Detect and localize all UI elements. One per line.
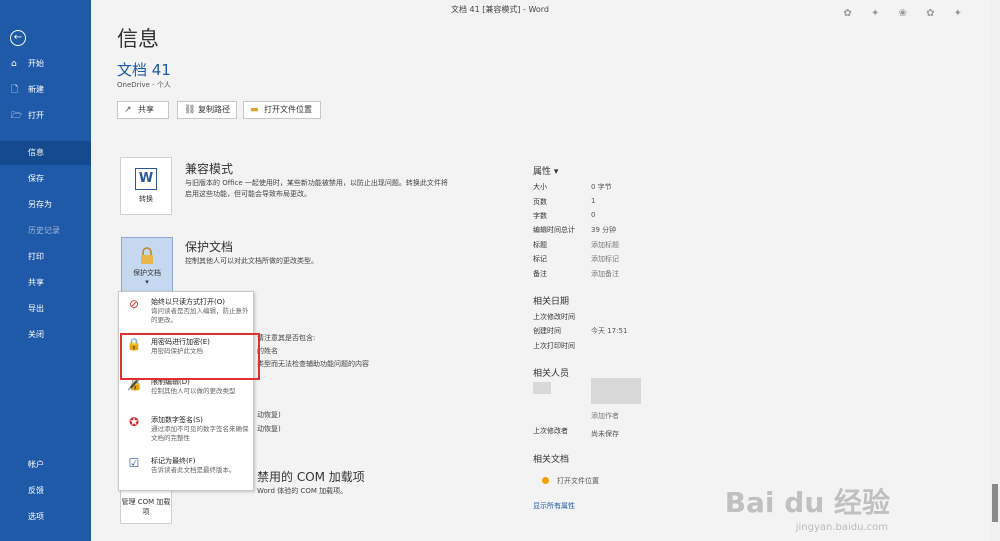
prop-size-value: 0 字节: [591, 183, 612, 191]
nav-feedback[interactable]: 反馈: [0, 479, 91, 503]
prop-tags-label: 标记: [533, 255, 547, 263]
related-docs-heading: 相关文档: [533, 455, 570, 465]
last-printed-label: 上次打印时间: [533, 342, 575, 350]
nav-options[interactable]: 选项: [0, 505, 91, 529]
add-author-link[interactable]: 添加作者: [591, 411, 619, 421]
home-icon: ⌂: [11, 59, 17, 69]
redacted-author-label: [533, 382, 551, 394]
prop-words-value: 0: [591, 211, 596, 219]
created-value: 今天 17:51: [591, 327, 628, 335]
convert-button[interactable]: W 转换: [120, 157, 172, 215]
versions-fragment-2: 动恢复): [257, 425, 281, 433]
copy-path-button[interactable]: ⛓ 复制路径: [177, 101, 237, 119]
nav-save-as[interactable]: 另存为: [0, 193, 91, 217]
properties-heading[interactable]: 属性 ▾: [533, 164, 558, 177]
protect-document-button[interactable]: 保护文档 ▾: [121, 237, 173, 295]
nav-home[interactable]: ⌂ 开始: [0, 52, 91, 76]
protect-document-menu: ⊘ 始终以只读方式打开(O) 询问读者是否加入编辑，防止意外的更改。 🔒 用密码…: [118, 291, 254, 491]
prop-words-label: 字数: [533, 212, 547, 220]
nav-history[interactable]: 历史记录: [0, 219, 91, 243]
compat-desc-1: 与旧版本的 Office 一起使用时，某些新功能被禁用，以防止出现问题。转换此文…: [185, 179, 448, 187]
add-tags-field[interactable]: 添加标记: [591, 254, 619, 264]
nav-close[interactable]: 关闭: [0, 323, 91, 347]
folder-dot-icon: [542, 477, 549, 484]
inspect-fragment-1: 请注意其是否包含:: [257, 334, 316, 342]
open-file-location-link[interactable]: 打开文件位置: [557, 476, 599, 486]
protect-desc: 控制其他人可以对此文档所做的更改类型。: [185, 257, 318, 265]
nav-export[interactable]: 导出: [0, 297, 91, 321]
show-all-properties-link[interactable]: 显示所有属性: [533, 501, 575, 511]
nav-save[interactable]: 保存: [0, 167, 91, 191]
share-icon: ↗: [124, 105, 132, 115]
prop-pages-label: 页数: [533, 198, 547, 206]
last-modified-by-value: 尚未保存: [591, 430, 619, 438]
com-addins-desc: Word 体验的 COM 加载项。: [257, 487, 348, 495]
manage-com-addins-button[interactable]: 管理 COM 加载项: [120, 490, 172, 524]
protect-title: 保护文档: [185, 240, 234, 254]
last-modified-label: 上次修改时间: [533, 313, 575, 321]
inspect-fragment-2: 的姓名: [257, 347, 278, 355]
folder-open-icon: 🗁: [11, 111, 23, 121]
redacted-author-avatar: [591, 378, 641, 404]
related-dates-heading: 相关日期: [533, 297, 570, 307]
inspect-fragment-3: 类型而无法检查辅助功能问题的内容: [257, 360, 369, 368]
compat-title: 兼容模式: [185, 162, 234, 176]
nav-print[interactable]: 打印: [0, 245, 91, 269]
checkmark-document-icon: ☑: [128, 456, 140, 470]
prop-pages-value: 1: [591, 197, 596, 205]
prop-size-label: 大小: [533, 183, 547, 191]
add-comments-field[interactable]: 添加备注: [591, 269, 619, 279]
word-icon: W: [135, 168, 157, 190]
created-label: 创建时间: [533, 327, 561, 335]
menu-mark-as-final[interactable]: ☑ 标记为最终(F) 告诉读者此文档是最终版本。: [119, 454, 255, 490]
share-button[interactable]: ↗ 共享: [117, 101, 169, 119]
prop-edit-time-value: 39 分钟: [591, 226, 617, 234]
menu-restrict-editing[interactable]: 🔏 限制编辑(D) 控制其他人可以做的更改类型: [119, 375, 255, 413]
new-document-icon: 🗋: [11, 85, 19, 95]
no-edit-icon: ⊘: [128, 297, 140, 311]
menu-always-open-read-only[interactable]: ⊘ 始终以只读方式打开(O) 询问读者是否加入编辑，防止意外的更改。: [119, 295, 255, 333]
open-file-location-button[interactable]: ▬ 打开文件位置: [243, 101, 321, 119]
nav-open[interactable]: 🗁 打开: [0, 104, 91, 128]
nav-info[interactable]: 信息: [0, 141, 91, 165]
com-addins-title: 禁用的 COM 加载项: [257, 470, 365, 484]
related-people-heading: 相关人员: [533, 369, 570, 379]
info-panel: 信息 文档 41 OneDrive - 个人 ↗ 共享 ⛓ 复制路径 ▬ 打开文件位置…: [91, 0, 1000, 541]
back-arrow-icon[interactable]: ←: [10, 30, 26, 46]
baidu-watermark: Bai du 经验: [724, 486, 890, 519]
last-modified-by-label: 上次修改者: [533, 427, 568, 435]
add-title-field[interactable]: 添加标题: [591, 240, 619, 250]
link-icon: ⛓: [184, 105, 196, 115]
prop-title-label: 标题: [533, 241, 547, 249]
highlight-annotation-box: [120, 333, 260, 380]
vertical-scrollbar[interactable]: [990, 0, 1000, 541]
versions-fragment-1: 动恢复): [257, 411, 281, 419]
certificate-icon: ✪: [128, 415, 140, 429]
document-location: OneDrive - 个人: [117, 81, 171, 89]
baidu-watermark-url: jingyan.baidu.com: [795, 522, 888, 533]
prop-comments-label: 备注: [533, 270, 547, 278]
nav-account[interactable]: 帐户: [0, 453, 91, 477]
document-name: 文档 41: [117, 61, 171, 79]
scrollbar-thumb[interactable]: [992, 484, 998, 522]
chevron-down-icon: ▾: [145, 278, 149, 286]
compat-desc-2: 启用这些功能，但可能会导致布局更改。: [185, 190, 311, 198]
nav-share[interactable]: 共享: [0, 271, 91, 295]
page-title: 信息: [117, 27, 159, 51]
nav-new[interactable]: 🗋 新建: [0, 78, 91, 102]
prop-edit-time-label: 编辑时间总计: [533, 226, 575, 234]
menu-add-digital-signature[interactable]: ✪ 添加数字签名(S) 通过添加不可见的数字签名来确保文档的完整性: [119, 413, 255, 453]
folder-icon: ▬: [250, 105, 259, 115]
lock-icon: [141, 247, 153, 264]
backstage-sidebar: ← ⌂ 开始 🗋 新建 🗁 打开 信息 保存 另存为 历史记录 打印 共享 导出 关闭…: [0, 0, 91, 541]
